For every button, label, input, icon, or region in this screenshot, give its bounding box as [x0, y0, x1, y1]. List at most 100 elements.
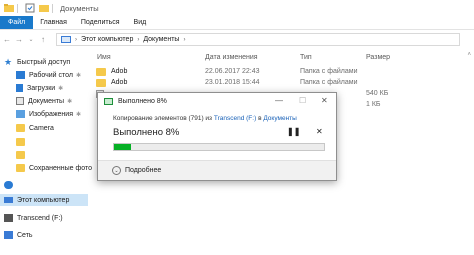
sidebar-item-quick-access[interactable]: ★ Быстрый доступ [4, 56, 70, 68]
file-date: 22.06.2017 22:43 [205, 68, 260, 75]
file-type: Папка с файлами [300, 79, 358, 86]
pin-icon[interactable]: ✱ [58, 85, 63, 92]
copy-description: Копирование элементов (791) из Transcend… [113, 115, 325, 122]
file-name: Adob [111, 68, 128, 75]
column-header-name[interactable]: Имя [97, 54, 111, 61]
cancel-button[interactable]: ✕ [316, 127, 323, 136]
titlebar-divider [17, 3, 18, 13]
folder-icon [16, 151, 25, 159]
window-title: Документы [60, 3, 99, 13]
column-header-type[interactable]: Тип [300, 54, 312, 61]
pin-icon[interactable]: ✱ [76, 111, 81, 118]
sidebar-item-label: Этот компьютер [17, 196, 70, 204]
sidebar-item-camera[interactable]: Camera [16, 122, 54, 134]
destination-link[interactable]: Документы [263, 115, 297, 122]
pin-icon[interactable]: ✱ [76, 72, 81, 79]
copy-prefix: Копирование элементов (791) из [113, 115, 213, 122]
star-icon: ★ [4, 57, 13, 67]
sidebar-item-downloads[interactable]: Загрузки ✱ [16, 82, 63, 94]
sidebar-item-documents[interactable]: Документы ✱ [16, 95, 72, 107]
tab-file[interactable]: Файл [0, 16, 34, 29]
breadcrumb-documents[interactable]: Документы [143, 36, 179, 43]
dialog-body: Копирование элементов (791) из Transcend… [113, 115, 325, 151]
desktop-icon [16, 71, 25, 79]
expand-details-icon[interactable]: ⌄ [112, 166, 121, 175]
file-row[interactable]: Adob 22.06.2017 22:43 Папка с файлами [92, 66, 474, 77]
sidebar-item-label: Загрузки [27, 84, 56, 92]
sidebar-item-label: Рабочий стол [29, 71, 73, 79]
recent-chevron-icon[interactable]: ⌄ [26, 36, 36, 43]
chevron-right-icon[interactable]: › [183, 37, 185, 43]
sidebar-item-onedrive[interactable] [4, 179, 17, 191]
sidebar-item-label: Сохраненные фото [29, 164, 93, 172]
folder-icon [4, 4, 14, 12]
folder-icon [96, 78, 106, 87]
tab-view[interactable]: Вид [127, 16, 154, 29]
sidebar-item-folder[interactable] [16, 149, 29, 161]
sidebar-item-label: Документы [28, 97, 65, 105]
window-titlebar: Документы [0, 0, 474, 16]
address-bar[interactable]: › Этот компьютер › Документы › [56, 33, 460, 46]
tab-home[interactable]: Главная [33, 16, 74, 29]
sidebar-item-folder[interactable] [16, 136, 29, 148]
scroll-up-icon[interactable]: ˄ [467, 52, 471, 58]
breadcrumb-this-pc[interactable]: Этот компьютер [81, 36, 133, 43]
navigation-bar: ← → ⌄ ↑ › Этот компьютер › Документы › [0, 31, 474, 48]
pin-icon[interactable]: ✱ [67, 98, 72, 105]
more-details-link[interactable]: Подробнее [125, 167, 161, 174]
progress-bar [113, 143, 325, 151]
column-header-date[interactable]: Дата изменения [205, 54, 258, 61]
sidebar-item-label: Transcend (F:) [17, 214, 63, 222]
file-type: Папка с файлами [300, 68, 358, 75]
file-size: 540 КБ [366, 90, 389, 97]
properties-icon[interactable] [25, 3, 35, 13]
dialog-title: Выполнено 8% [118, 97, 167, 105]
ribbon-tabs: Файл Главная Поделиться Вид [0, 16, 474, 30]
back-arrow-icon[interactable]: ← [2, 35, 12, 44]
file-date: 23.01.2018 15:44 [205, 79, 260, 86]
computer-icon [61, 36, 71, 43]
onedrive-icon [4, 181, 13, 189]
folder-icon [16, 164, 25, 172]
chevron-right-icon[interactable]: › [75, 37, 77, 43]
pause-button[interactable]: ❚❚ [287, 127, 300, 136]
sidebar-item-saved-photos[interactable]: Сохраненные фото [16, 162, 92, 174]
source-link[interactable]: Transcend (F:) [214, 115, 256, 122]
new-folder-icon[interactable] [39, 3, 49, 13]
sidebar-item-this-pc[interactable]: Этот компьютер [0, 194, 88, 206]
file-row[interactable]: Adob 23.01.2018 15:44 Папка с файлами [92, 77, 474, 88]
dialog-titlebar: Выполнено 8% — ☐ ✕ [98, 93, 336, 109]
forward-arrow-icon[interactable]: → [14, 35, 24, 44]
titlebar-divider-2 [52, 3, 53, 13]
sidebar-item-network[interactable]: Сеть [4, 229, 33, 241]
column-headers: Имя Дата изменения Тип Размер [92, 50, 474, 64]
download-icon [16, 84, 23, 92]
sidebar-item-label: Сеть [17, 231, 33, 239]
navigation-pane: ★ Быстрый доступ Рабочий стол ✱ Загрузки… [0, 52, 92, 255]
copy-progress-dialog: Выполнено 8% — ☐ ✕ Копирование элементов… [97, 92, 337, 181]
folder-icon [96, 67, 106, 76]
sidebar-item-label: Camera [29, 124, 54, 132]
dialog-footer: ⌄ Подробнее [98, 160, 336, 180]
folder-icon [16, 124, 25, 132]
chevron-right-icon[interactable]: › [137, 37, 139, 43]
file-size: 1 КБ [366, 101, 381, 108]
tab-share[interactable]: Поделиться [74, 16, 127, 29]
progress-bar-fill [114, 144, 131, 150]
sidebar-item-label: Быстрый доступ [17, 58, 71, 66]
percent-row: Выполнено 8% ❚❚ ✕ [113, 127, 325, 139]
network-icon [4, 231, 13, 239]
sidebar-item-desktop[interactable]: Рабочий стол ✱ [16, 69, 81, 81]
minimize-icon[interactable]: — [275, 96, 283, 105]
up-arrow-icon[interactable]: ↑ [38, 35, 48, 44]
sidebar-item-transcend-drive[interactable]: Transcend (F:) [4, 212, 63, 224]
column-header-size[interactable]: Размер [366, 54, 390, 61]
file-name: Adob [111, 79, 128, 86]
close-window-icon[interactable]: ✕ [321, 96, 328, 105]
folder-icon [16, 138, 25, 146]
sidebar-item-pictures[interactable]: Изображения ✱ [16, 108, 81, 120]
documents-icon [16, 97, 24, 105]
copy-progress-icon [104, 97, 113, 105]
percent-complete: Выполнено 8% [113, 127, 180, 138]
maximize-icon: ☐ [299, 96, 307, 105]
